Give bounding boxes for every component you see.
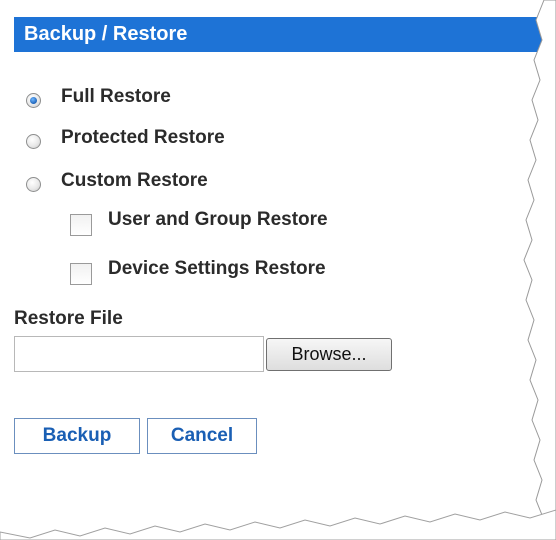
protected-restore-radio[interactable] — [26, 133, 41, 149]
cancel-button[interactable]: Cancel — [147, 418, 257, 454]
restore-file-label: Restore File — [14, 308, 123, 329]
full-restore-radio[interactable] — [26, 92, 41, 108]
user-group-restore-checkbox[interactable] — [70, 214, 92, 236]
custom-restore-label: Custom Restore — [61, 170, 208, 191]
restore-file-input[interactable] — [14, 336, 264, 372]
backup-restore-panel: Backup / Restore Full Restore Protected … — [0, 0, 556, 540]
user-group-restore-label: User and Group Restore — [108, 209, 328, 230]
option-full-restore[interactable]: Full Restore — [26, 86, 171, 108]
full-restore-label: Full Restore — [61, 86, 171, 107]
option-device-settings-restore[interactable]: Device Settings Restore — [70, 253, 326, 285]
protected-restore-label: Protected Restore — [61, 127, 225, 148]
torn-bottom-edge — [0, 509, 556, 540]
device-settings-restore-checkbox[interactable] — [70, 263, 92, 285]
custom-restore-radio[interactable] — [26, 176, 41, 192]
backup-button[interactable]: Backup — [14, 418, 140, 454]
torn-right-edge — [523, 0, 556, 540]
option-protected-restore[interactable]: Protected Restore — [26, 127, 225, 149]
browse-button[interactable]: Browse... — [266, 338, 392, 371]
panel-header: Backup / Restore — [14, 17, 554, 52]
device-settings-restore-label: Device Settings Restore — [108, 258, 326, 279]
backup-restore-page: Backup / Restore Full Restore Protected … — [0, 0, 556, 540]
option-custom-restore[interactable]: Custom Restore — [26, 170, 208, 192]
option-user-group-restore[interactable]: User and Group Restore — [70, 204, 328, 236]
